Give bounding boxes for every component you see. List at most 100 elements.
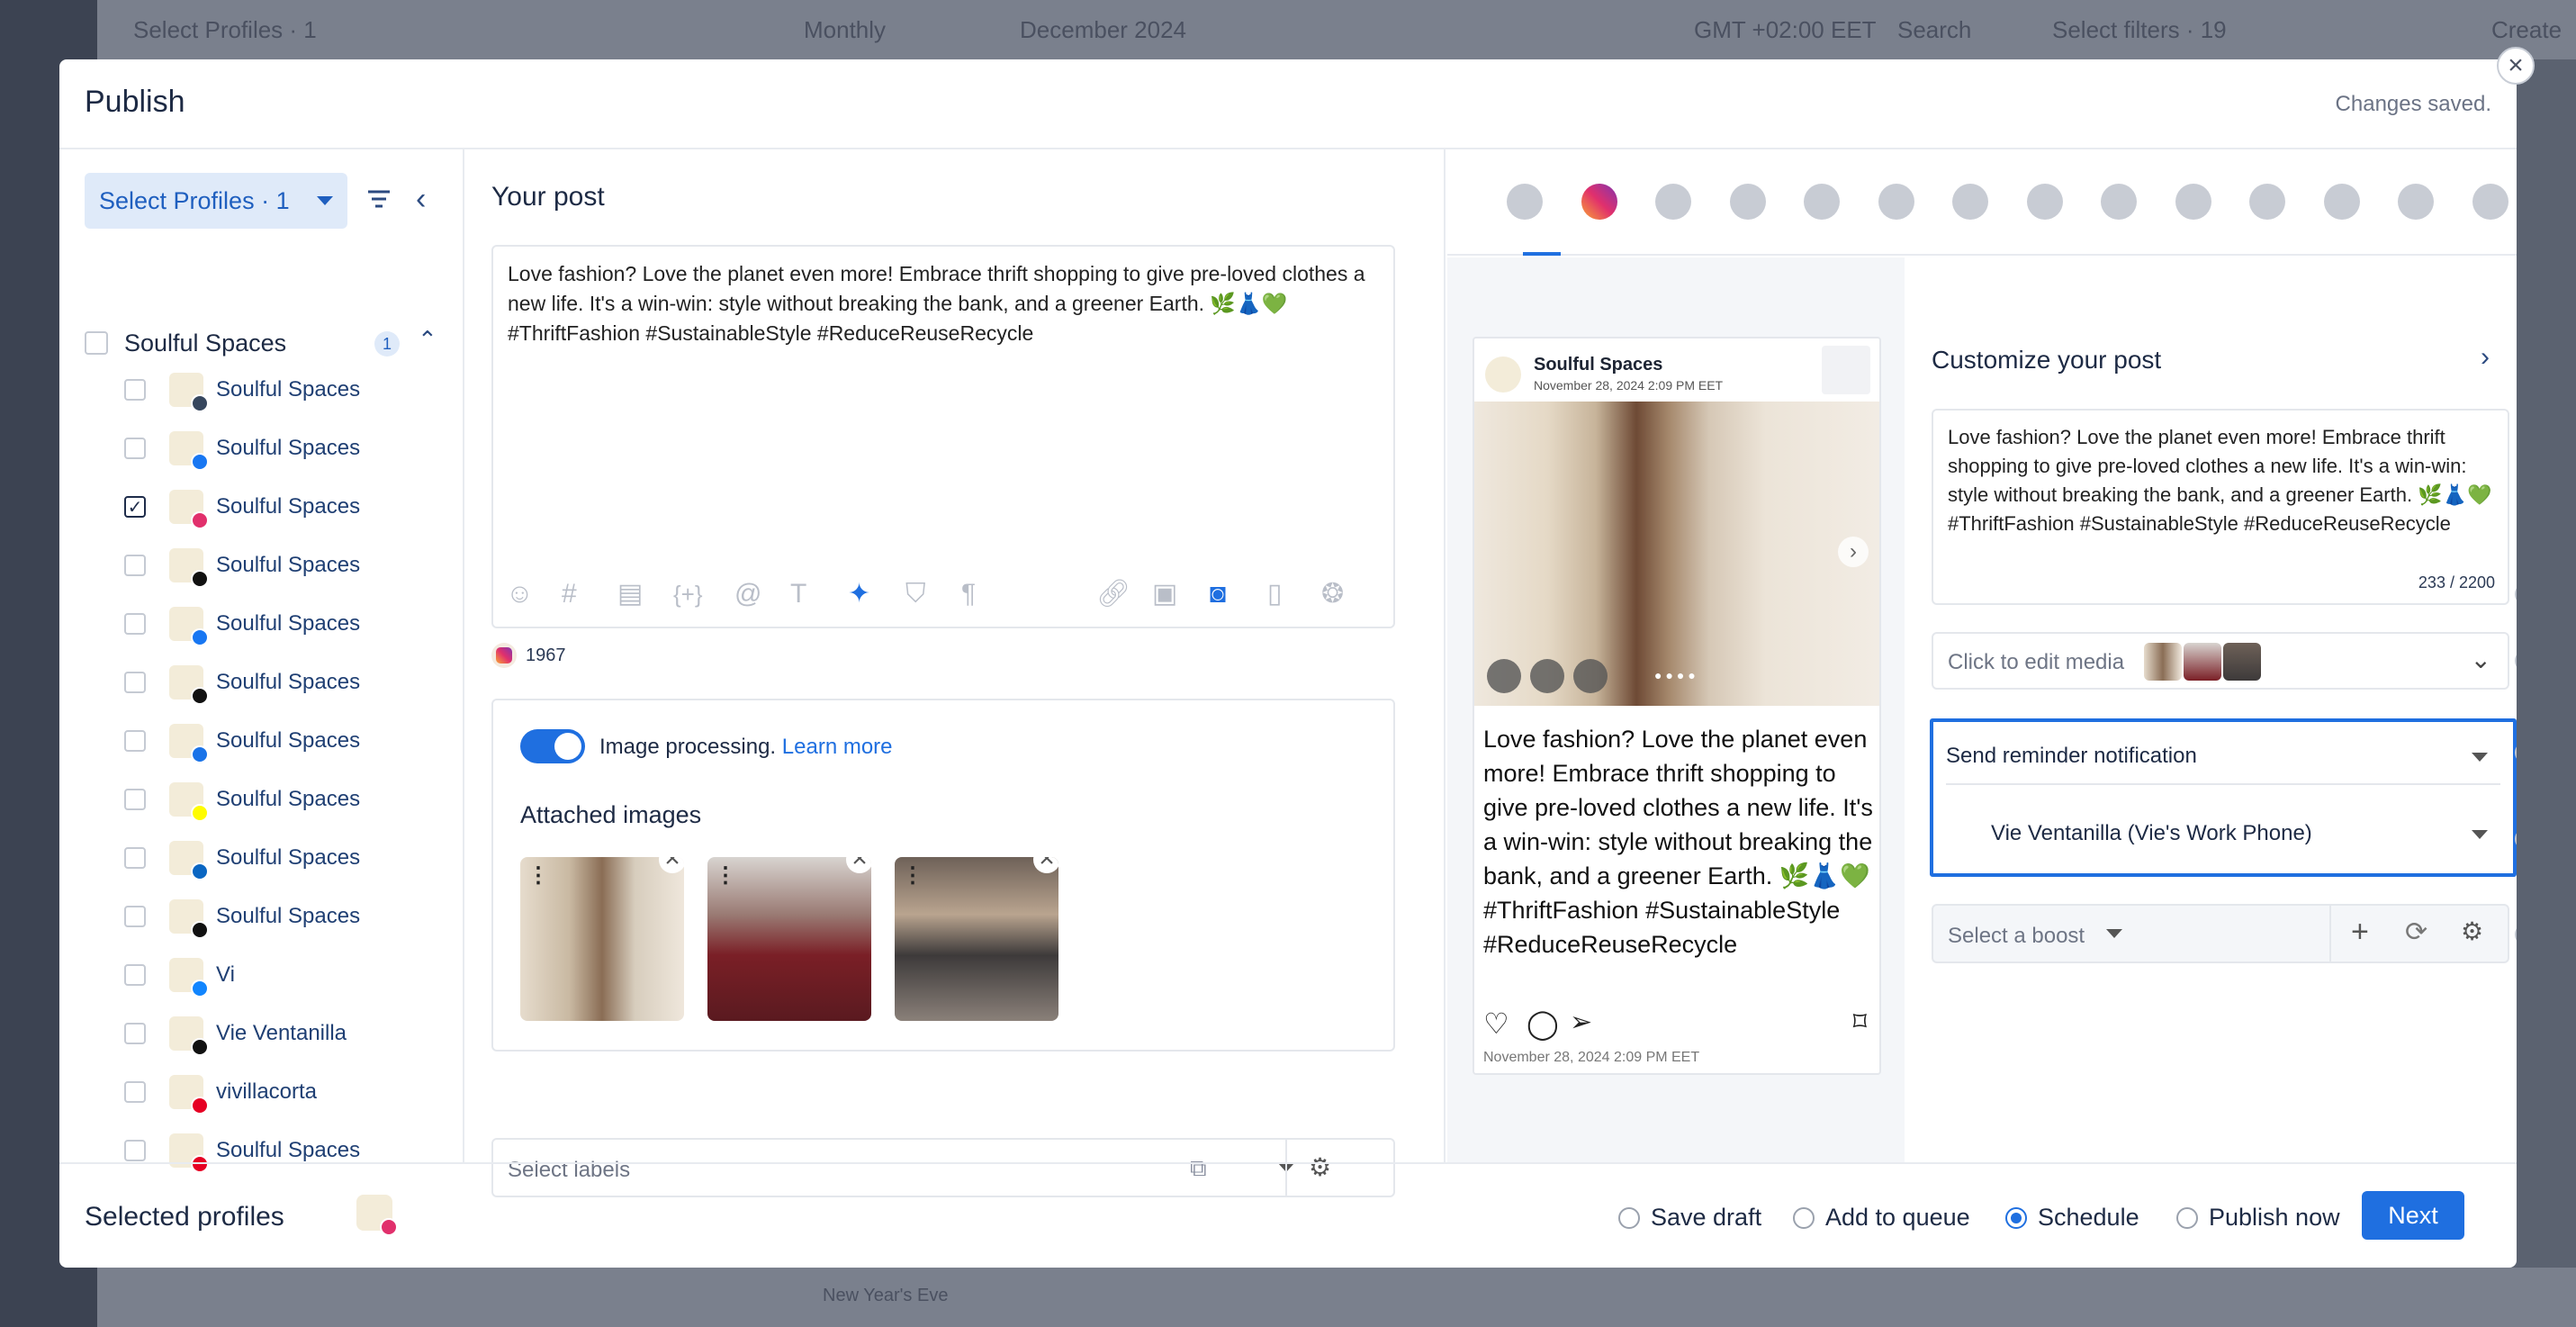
threads-icon[interactable] [2398,184,2434,220]
chevron-up-icon[interactable]: ⌃ [418,326,437,354]
profile-checkbox[interactable] [124,672,146,693]
profile-item[interactable]: Soulful Spaces [124,890,457,943]
profile-checkbox[interactable] [124,1140,146,1161]
reddit-icon[interactable] [1952,184,1988,220]
post-text[interactable]: Love fashion? Love the planet even more!… [508,259,1381,348]
paragraph-icon[interactable]: ¶ [961,576,976,612]
radio-button[interactable] [2005,1206,2027,1229]
profile-item[interactable]: Vie Ventanilla [124,1007,457,1060]
profile-checkbox[interactable] [124,379,146,401]
snapchat-icon[interactable] [2175,184,2211,220]
refresh-icon[interactable]: ⟳ [2405,916,2427,948]
document-icon[interactable]: ▯ [1267,576,1283,612]
publish-option[interactable]: Schedule [2005,1204,2139,1232]
profile-item[interactable]: vivillacorta [124,1066,457,1118]
radio-button[interactable] [2176,1206,2198,1229]
filter-icon[interactable] [365,185,392,212]
camera-icon[interactable]: ◙ [1210,576,1226,612]
boost-select[interactable]: Select a boost + ⟳ ⚙ [1932,904,2509,963]
mention-icon[interactable]: @ [734,576,761,612]
chevron-down-icon[interactable] [2472,753,2488,762]
post-text-editor[interactable]: Love fashion? Love the planet even more!… [491,245,1395,628]
profile-checkbox[interactable] [124,1023,146,1044]
profile-checkbox[interactable] [124,555,146,576]
youtube-icon[interactable] [1804,184,1840,220]
profile-checkbox[interactable] [124,847,146,869]
profile-checkbox[interactable] [124,906,146,927]
attached-image[interactable]: ⋮ × [895,857,1058,1021]
profile-checkbox[interactable] [124,613,146,635]
collapse-panel-icon[interactable]: ‹ [416,182,426,217]
chevron-down-icon[interactable] [2106,929,2122,938]
profile-item[interactable]: Vi [124,949,457,1001]
next-button[interactable]: Next [2362,1191,2464,1240]
profile-item[interactable]: Soulful Spaces [124,832,457,884]
hashtag-icon[interactable]: # [562,576,577,612]
profile-checkbox[interactable] [124,438,146,459]
video-icon[interactable]: ▣ [1152,576,1177,612]
profile-item[interactable]: Soulful Spaces [124,539,457,591]
remove-image-icon[interactable]: × [1033,857,1058,873]
emoji-icon[interactable]: ☺ [506,576,534,612]
bluesky-icon[interactable] [2249,184,2285,220]
bluesky-butterfly-icon[interactable] [2472,184,2508,220]
profile-item[interactable]: Soulful Spaces [124,364,457,416]
next-image-icon[interactable]: › [1838,537,1869,567]
shield-icon[interactable]: ⛉ [905,576,926,612]
link-icon[interactable]: 🔗︎ [1096,576,1130,612]
remove-image-icon[interactable]: × [846,857,871,873]
user-tag-icon[interactable] [1487,659,1521,693]
instagram-icon[interactable] [1581,184,1617,220]
edit-media-dropdown[interactable]: Click to edit media ⌄ [1932,632,2509,690]
collab-icon[interactable] [1573,659,1608,693]
publish-option[interactable]: Add to queue [1793,1204,1970,1232]
radio-button[interactable] [1618,1206,1640,1229]
more-options-icon[interactable]: ⋮ [715,862,736,889]
tumblr-icon[interactable] [2323,184,2360,220]
pinterest-icon[interactable] [2026,184,2063,220]
attached-image[interactable]: ⋮ × [520,857,684,1021]
profile-item[interactable]: Soulful Spaces [124,773,457,826]
chevron-down-icon[interactable] [2472,830,2488,839]
radio-button[interactable] [1793,1206,1815,1229]
grid-icon[interactable] [1822,346,1870,394]
profile-checkbox[interactable] [124,1081,146,1103]
shop-tag-icon[interactable] [1530,659,1564,693]
close-icon[interactable]: × [2497,47,2535,85]
customize-text-editor[interactable]: Love fashion? Love the planet even more!… [1932,409,2509,605]
facebook-icon[interactable] [1507,184,1543,220]
more-options-icon[interactable]: ⋮ [902,862,923,889]
profile-item[interactable]: Soulful Spaces [124,656,457,709]
chevron-right-icon[interactable]: › [2481,342,2490,373]
tiktok-icon[interactable] [2101,184,2137,220]
profile-checkbox[interactable] [124,964,146,986]
x-icon[interactable] [1729,184,1766,220]
variable-icon[interactable]: {+} [673,576,703,612]
customize-text[interactable]: Love fashion? Love the planet even more!… [1948,423,2493,538]
profile-checkbox[interactable] [124,730,146,752]
magic-wand-icon[interactable]: ✦ [848,576,870,612]
info-icon[interactable]: i [2515,924,2517,945]
profile-item[interactable]: ✓ Soulful Spaces [124,481,457,533]
publish-option[interactable]: Save draft [1618,1204,1761,1232]
profile-group[interactable]: Soulful Spaces 1 ⌃ [85,322,445,364]
gear-icon[interactable]: ⚙ [2461,916,2483,946]
reminder-dropdown[interactable]: Send reminder notification [1946,729,2500,785]
profile-item[interactable]: Soulful Spaces [124,422,457,474]
group-checkbox[interactable] [85,331,108,355]
remove-image-icon[interactable]: × [659,857,684,873]
text-format-icon[interactable]: T [790,576,806,612]
snippet-icon[interactable]: ▤ [617,576,643,612]
more-options-icon[interactable]: ⋮ [527,862,549,889]
attached-image[interactable]: ⋮ × [707,857,871,1021]
google-business-icon[interactable] [1878,184,1914,220]
image-processing-toggle[interactable] [520,729,585,763]
device-dropdown[interactable]: Vie Ventanilla (Vie's Work Phone) [1946,807,2500,862]
info-icon[interactable]: i [2515,583,2517,605]
info-icon[interactable]: i [2515,650,2517,672]
chevron-down-icon[interactable]: ⌄ [2471,645,2491,674]
profile-item[interactable]: Soulful Spaces [124,715,457,767]
canva-icon[interactable]: ❂ [1321,576,1344,612]
linkedin-icon[interactable] [1655,184,1691,220]
learn-more-link[interactable]: Learn more [782,735,893,759]
